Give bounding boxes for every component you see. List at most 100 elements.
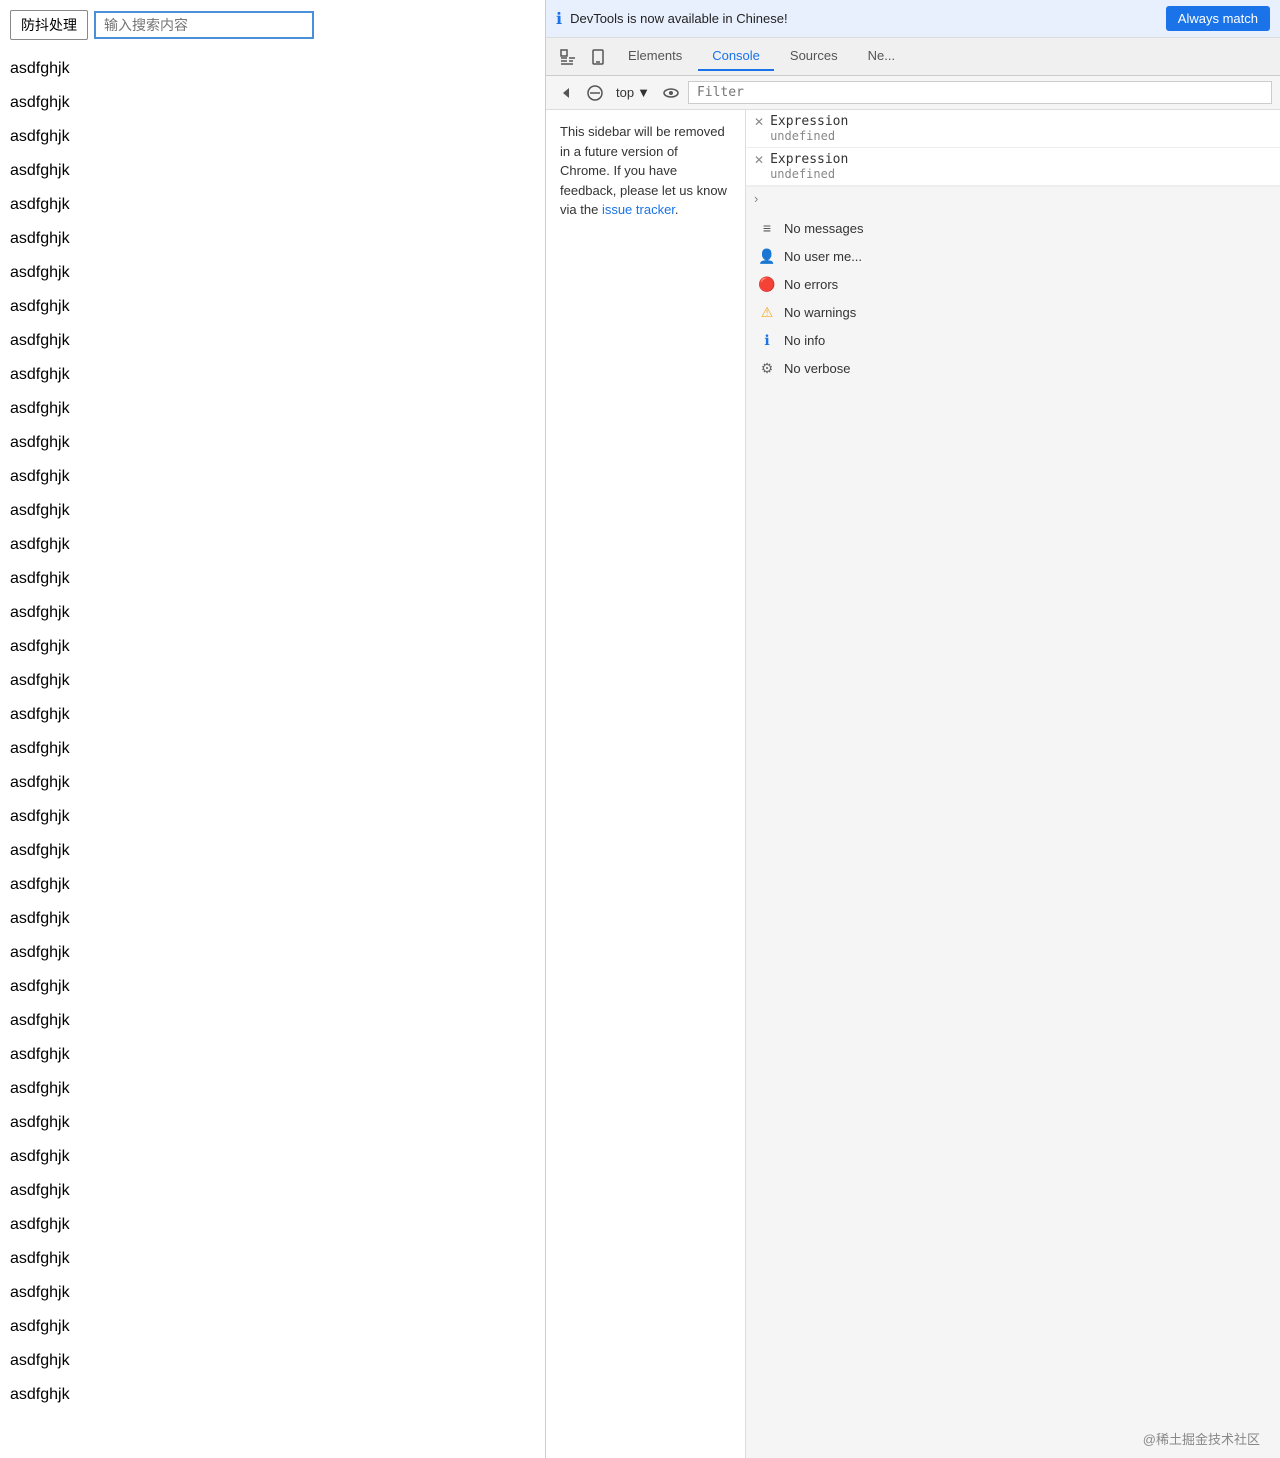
list-item: asdfghjk bbox=[10, 392, 545, 426]
always-match-button[interactable]: Always match bbox=[1166, 6, 1270, 31]
list-item: asdfghjk bbox=[10, 1174, 545, 1208]
chevron-expand[interactable]: › bbox=[746, 187, 1280, 210]
dropdown-icon: ▼ bbox=[637, 85, 650, 100]
user-icon: 👤 bbox=[758, 247, 776, 265]
device-icon-button[interactable] bbox=[584, 45, 612, 69]
filter-input[interactable] bbox=[688, 81, 1272, 104]
warning-icon: ⚠ bbox=[758, 303, 776, 321]
message-filters: ≡ No messages 👤 No user me... 🔴 No error… bbox=[746, 210, 1280, 386]
filter-row-error[interactable]: 🔴 No errors bbox=[746, 270, 1280, 298]
filter-row-info[interactable]: ℹ No info bbox=[746, 326, 1280, 354]
filter-row-list[interactable]: ≡ No messages bbox=[746, 214, 1280, 242]
page-area: 防抖处理 asdfghjkasdfghjkasdfghjkasdfghjkasd… bbox=[0, 0, 545, 1458]
eye-icon bbox=[663, 85, 679, 101]
toolbar: 防抖处理 bbox=[10, 10, 545, 40]
tab-bar: Elements Console Sources Ne... bbox=[546, 38, 1280, 76]
devtools-panel: ℹ DevTools is now available in Chinese! … bbox=[545, 0, 1280, 1458]
issue-tracker-link[interactable]: issue tracker bbox=[602, 202, 675, 217]
verbose-icon: ⚙ bbox=[758, 359, 776, 377]
list-item: asdfghjk bbox=[10, 1242, 545, 1276]
console-main: This sidebar will be removed in a future… bbox=[546, 110, 1280, 1458]
tab-elements[interactable]: Elements bbox=[614, 42, 696, 71]
clear-icon-button[interactable] bbox=[582, 82, 608, 104]
notification-bar: ℹ DevTools is now available in Chinese! … bbox=[546, 0, 1280, 38]
footer: @稀土掘金技术社区 bbox=[1143, 1429, 1260, 1448]
list-item: asdfghjk bbox=[10, 52, 545, 86]
console-toolbar: top ▼ bbox=[546, 76, 1280, 110]
tab-more[interactable]: Ne... bbox=[854, 42, 909, 71]
filter-label: No user me... bbox=[784, 249, 862, 264]
list-item: asdfghjk bbox=[10, 358, 545, 392]
list-item: asdfghjk bbox=[10, 528, 545, 562]
list-item: asdfghjk bbox=[10, 256, 545, 290]
expression-name: Expression bbox=[770, 152, 848, 167]
list-item: asdfghjk bbox=[10, 324, 545, 358]
expression-content: Expression undefined bbox=[770, 114, 848, 143]
list-item: asdfghjk bbox=[10, 936, 545, 970]
list-item: asdfghjk bbox=[10, 834, 545, 868]
list-item: asdfghjk bbox=[10, 562, 545, 596]
list-item: asdfghjk bbox=[10, 1140, 545, 1174]
list-item: asdfghjk bbox=[10, 970, 545, 1004]
list-item: asdfghjk bbox=[10, 494, 545, 528]
list-item: asdfghjk bbox=[10, 732, 545, 766]
list-item: asdfghjk bbox=[10, 698, 545, 732]
search-input[interactable] bbox=[94, 11, 314, 39]
notification-text: DevTools is now available in Chinese! bbox=[570, 11, 1158, 26]
list-item: asdfghjk bbox=[10, 460, 545, 494]
expression-list: ✕ Expression undefined ✕ Expression unde… bbox=[746, 110, 1280, 187]
list-item: asdfghjk bbox=[10, 596, 545, 630]
context-selector[interactable]: top ▼ bbox=[612, 83, 654, 102]
expression-content: Expression undefined bbox=[770, 152, 848, 181]
list-item: asdfghjk bbox=[10, 1310, 545, 1344]
back-icon bbox=[559, 86, 573, 100]
list-item: asdfghjk bbox=[10, 1004, 545, 1038]
list-icon: ≡ bbox=[758, 219, 776, 237]
expression-item: ✕ Expression undefined bbox=[746, 110, 1280, 148]
right-panel: ✕ Expression undefined ✕ Expression unde… bbox=[746, 110, 1280, 1458]
sidebar-message: This sidebar will be removed in a future… bbox=[560, 122, 731, 220]
list-item: asdfghjk bbox=[10, 154, 545, 188]
filter-row-user[interactable]: 👤 No user me... bbox=[746, 242, 1280, 270]
expression-value: undefined bbox=[770, 167, 848, 181]
info-icon: ℹ bbox=[758, 331, 776, 349]
inspect-icon bbox=[560, 49, 576, 65]
tab-sources[interactable]: Sources bbox=[776, 42, 852, 71]
filter-label: No messages bbox=[784, 221, 863, 236]
list-item: asdfghjk bbox=[10, 290, 545, 324]
device-icon bbox=[590, 49, 606, 65]
list-item: asdfghjk bbox=[10, 222, 545, 256]
info-icon: ℹ bbox=[556, 9, 562, 29]
expression-item: ✕ Expression undefined bbox=[746, 148, 1280, 186]
expression-value: undefined bbox=[770, 129, 848, 143]
list-item: asdfghjk bbox=[10, 800, 545, 834]
list-item: asdfghjk bbox=[10, 86, 545, 120]
filter-label: No warnings bbox=[784, 305, 856, 320]
debounce-button[interactable]: 防抖处理 bbox=[10, 10, 88, 40]
list-item: asdfghjk bbox=[10, 902, 545, 936]
list-item: asdfghjk bbox=[10, 1038, 545, 1072]
list-item: asdfghjk bbox=[10, 188, 545, 222]
list-item: asdfghjk bbox=[10, 664, 545, 698]
tab-console[interactable]: Console bbox=[698, 42, 774, 71]
footer-text: @稀土掘金技术社区 bbox=[1143, 1432, 1260, 1447]
expression-close-button[interactable]: ✕ bbox=[754, 153, 764, 167]
expression-name: Expression bbox=[770, 114, 848, 129]
list-item: asdfghjk bbox=[10, 1344, 545, 1378]
filter-row-warning[interactable]: ⚠ No warnings bbox=[746, 298, 1280, 326]
filter-row-verbose[interactable]: ⚙ No verbose bbox=[746, 354, 1280, 382]
back-icon-button[interactable] bbox=[554, 83, 578, 103]
filter-label: No verbose bbox=[784, 361, 850, 376]
eye-icon-button[interactable] bbox=[658, 82, 684, 104]
list-items: asdfghjkasdfghjkasdfghjkasdfghjkasdfghjk… bbox=[10, 52, 545, 1412]
list-item: asdfghjk bbox=[10, 1276, 545, 1310]
error-icon: 🔴 bbox=[758, 275, 776, 293]
list-item: asdfghjk bbox=[10, 630, 545, 664]
expression-close-button[interactable]: ✕ bbox=[754, 115, 764, 129]
list-item: asdfghjk bbox=[10, 766, 545, 800]
context-label: top bbox=[616, 85, 634, 100]
inspect-icon-button[interactable] bbox=[554, 45, 582, 69]
list-item: asdfghjk bbox=[10, 120, 545, 154]
list-item: asdfghjk bbox=[10, 868, 545, 902]
filter-label: No errors bbox=[784, 277, 838, 292]
